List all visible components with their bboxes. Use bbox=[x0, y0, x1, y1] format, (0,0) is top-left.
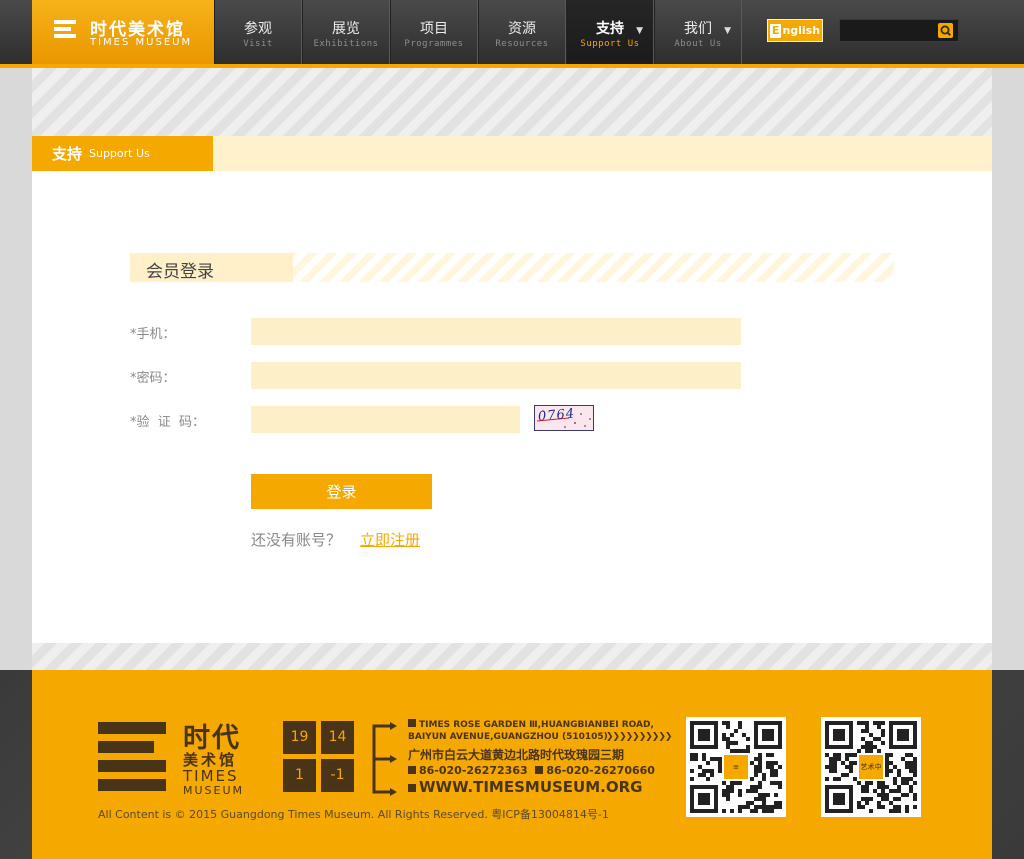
footer-address-cn: 广州市白云大道黄边北路时代玫瑰园三期 bbox=[408, 748, 625, 762]
nav-label-cn: 资源 bbox=[508, 21, 536, 37]
captcha-input[interactable] bbox=[251, 406, 520, 433]
main-nav: 参观 Visit 展览 Exhibitions 项目 Programmes 资源… bbox=[214, 0, 742, 68]
qr-center-label: 艺术中 bbox=[857, 753, 885, 781]
nav-label-en: About Us bbox=[674, 39, 722, 49]
nav-label-cn: 参观 bbox=[244, 21, 272, 37]
year-tile: 1 bbox=[283, 759, 316, 792]
web-icon bbox=[408, 784, 416, 792]
section-header: 支持 Support Us bbox=[32, 136, 992, 171]
login-content: 会员登录 *手机： *密码： *验 证 码： 0764 登录 还没有账号？ 立即… bbox=[32, 171, 992, 643]
year-tile: 19 bbox=[283, 721, 316, 754]
phone-icon bbox=[408, 766, 416, 774]
search-icon bbox=[940, 25, 951, 36]
chevrons-icon: ❯❯❯❯❯❯❯❯❯❯ bbox=[606, 732, 672, 742]
language-label: nglish bbox=[782, 24, 821, 37]
year-tile: -1 bbox=[321, 759, 354, 792]
footer-address-en-2: BAIYUN AVENUE,GUANGZHOU (510105) bbox=[408, 732, 608, 742]
fax-icon bbox=[535, 766, 544, 774]
address-text: TIMES ROSE GARDEN Ⅲ,HUANGBIANBEI ROAD, bbox=[419, 720, 654, 730]
search-input[interactable] bbox=[842, 21, 934, 40]
login-button[interactable]: 登录 bbox=[251, 474, 432, 509]
form-title-bar: 会员登录 bbox=[130, 253, 894, 282]
top-navigation-bar: 时代美术馆 TIMES MUSEUM 参观 Visit 展览 Exhibitio… bbox=[0, 0, 1024, 68]
nav-label-cn: 展览 bbox=[332, 21, 360, 37]
captcha-image[interactable]: 0764 bbox=[534, 405, 594, 431]
nav-label-en: Exhibitions bbox=[313, 39, 379, 49]
chevron-down-icon: ▼ bbox=[636, 26, 643, 36]
footer-phones: 86-020-26272363 86-020-26270660 bbox=[408, 764, 655, 777]
nav-label-en: Support Us bbox=[580, 39, 640, 49]
footer-logo-en2: MUSEUM bbox=[183, 784, 245, 797]
address-bullet-icon bbox=[408, 719, 416, 727]
footer-logo-mark-icon bbox=[98, 722, 166, 796]
nav-label-cn: 项目 bbox=[420, 21, 448, 37]
phone-input[interactable] bbox=[251, 318, 741, 345]
footer-logo-en1: TIMES bbox=[183, 767, 239, 785]
logo-text-en: TIMES MUSEUM bbox=[90, 37, 193, 48]
english-language-button[interactable]: English bbox=[767, 19, 823, 42]
address-bracket-icon bbox=[372, 722, 397, 796]
logo-mark-icon bbox=[54, 20, 76, 46]
section-title-cn: 支持 bbox=[52, 145, 83, 163]
qr-code-wechat: ≡ bbox=[686, 717, 786, 817]
register-link[interactable]: 立即注册 bbox=[360, 529, 420, 550]
nav-item-about[interactable]: 我们 About Us ▼ bbox=[654, 0, 742, 64]
password-input[interactable] bbox=[251, 362, 741, 389]
qr-code-weibo: 艺术中 bbox=[821, 717, 921, 817]
footer-address-en-1: TIMES ROSE GARDEN Ⅲ,HUANGBIANBEI ROAD, bbox=[408, 719, 654, 730]
search-box bbox=[839, 19, 959, 42]
nav-label-en: Programmes bbox=[404, 39, 464, 49]
section-tab: 支持 Support Us bbox=[32, 136, 213, 171]
nav-item-programmes[interactable]: 项目 Programmes bbox=[390, 0, 478, 64]
qr-center-logo-icon: ≡ bbox=[722, 753, 750, 781]
captcha-label: *验 证 码： bbox=[130, 415, 206, 430]
password-label: *密码： bbox=[130, 371, 176, 386]
footer: 时代 美术馆 TIMES MUSEUM 19 14 1 -1 TIMES ROS… bbox=[32, 670, 992, 859]
phone-label: *手机： bbox=[130, 327, 176, 342]
nav-item-exhibitions[interactable]: 展览 Exhibitions bbox=[302, 0, 390, 64]
footer-website-row: WWW.TIMESMUSEUM.ORG bbox=[408, 778, 642, 796]
logo[interactable]: 时代美术馆 TIMES MUSEUM bbox=[32, 0, 214, 64]
chevron-down-icon: ▼ bbox=[724, 26, 731, 36]
section-title-en: Support Us bbox=[89, 147, 150, 160]
no-account-text: 还没有账号？ bbox=[251, 531, 342, 549]
content-bottom-stripe bbox=[32, 643, 992, 670]
footer-phone-1: 86-020-26272363 bbox=[419, 764, 528, 777]
nav-item-support[interactable]: 支持 Support Us ▼ bbox=[566, 0, 654, 68]
nav-item-visit[interactable]: 参观 Visit bbox=[214, 0, 302, 64]
nav-label-en: Visit bbox=[243, 39, 273, 49]
search-button[interactable] bbox=[938, 23, 953, 38]
footer-website[interactable]: WWW.TIMESMUSEUM.ORG bbox=[419, 778, 642, 796]
language-letter-icon: E bbox=[769, 24, 782, 38]
copyright-text: All Content is © 2015 Guangdong Times Mu… bbox=[98, 808, 609, 821]
footer-phone-2: 86-020-26270660 bbox=[546, 764, 655, 777]
nav-item-resources[interactable]: 资源 Resources bbox=[478, 0, 566, 64]
nav-label-en: Resources bbox=[495, 39, 549, 49]
banner-stripe bbox=[32, 68, 992, 136]
year-tile: 14 bbox=[321, 721, 354, 754]
form-title: 会员登录 bbox=[146, 262, 214, 282]
